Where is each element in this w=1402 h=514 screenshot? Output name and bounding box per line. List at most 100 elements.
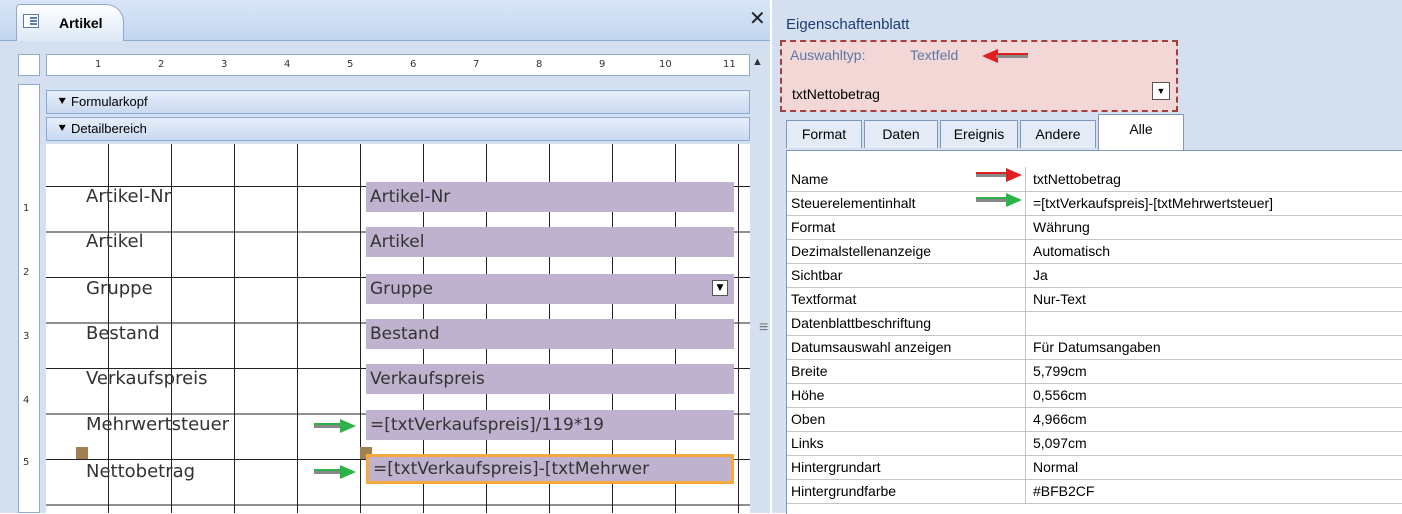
design-canvas[interactable]: Artikel-Nr Artikel-Nr Artikel Artikel Gr… — [46, 144, 750, 513]
property-value[interactable]: txtNettobetrag — [1033, 171, 1121, 187]
property-name: Oben — [791, 411, 826, 427]
combo-gruppe[interactable]: Gruppe ▼ — [366, 274, 734, 304]
ruler-tick: 9 — [599, 59, 606, 70]
close-icon[interactable]: ✕ — [749, 6, 766, 30]
tab-alle[interactable]: Alle — [1098, 114, 1184, 150]
property-value[interactable]: 4,966cm — [1033, 411, 1087, 427]
ruler-tick: 6 — [410, 59, 417, 70]
green-arrow-icon — [976, 193, 1022, 207]
red-arrow-icon — [976, 168, 1022, 182]
property-row-hintergrundart[interactable]: Hintergrundart Normal — [787, 455, 1402, 480]
section-marker-icon: ⯆ — [57, 94, 68, 109]
tab-ereignis[interactable]: Ereignis — [940, 120, 1018, 148]
property-name: Sichtbar — [791, 267, 843, 283]
ruler-tick: 2 — [23, 267, 30, 278]
property-row-dezimalstellenanzeige[interactable]: Dezimalstellenanzeige Automatisch — [787, 239, 1402, 264]
ruler-tick: 7 — [473, 59, 480, 70]
move-handle[interactable] — [76, 447, 88, 459]
property-value[interactable]: Währung — [1033, 219, 1090, 235]
property-value[interactable]: =[txtVerkaufspreis]-[txtMehrwertsteuer] — [1033, 195, 1273, 211]
property-row-steuerelementinhalt[interactable]: Steuerelementinhalt =[txtVerkaufspreis]-[… — [787, 191, 1402, 216]
property-value[interactable]: 5,799cm — [1033, 363, 1087, 379]
property-name: Format — [791, 219, 836, 235]
control-bestand[interactable]: Bestand — [366, 319, 734, 349]
ruler-tick: 10 — [659, 59, 672, 70]
green-arrow-icon — [314, 419, 356, 433]
property-row-format[interactable]: Format Währung — [787, 215, 1402, 240]
label-gruppe[interactable]: Gruppe — [86, 278, 153, 299]
property-name: Breite — [791, 363, 828, 379]
section-formularkopf[interactable]: ⯆ Formularkopf — [46, 90, 750, 114]
property-row-links[interactable]: Links 5,097cm — [787, 431, 1402, 456]
property-value[interactable]: Ja — [1033, 267, 1048, 283]
tab-title: Artikel — [59, 15, 103, 31]
property-name: Dezimalstellenanzeige — [791, 243, 932, 259]
control-artikel[interactable]: Artikel — [366, 227, 734, 257]
ruler-tick: 4 — [284, 59, 291, 70]
tab-andere[interactable]: Andere — [1020, 120, 1096, 148]
property-row-textformat[interactable]: Textformat Nur-Text — [787, 287, 1402, 312]
property-value[interactable]: #BFB2CF — [1033, 483, 1094, 499]
horizontal-ruler: 1 2 3 4 5 6 7 8 9 10 11 — [46, 54, 750, 76]
green-arrow-icon — [314, 465, 356, 479]
property-name: Links — [791, 435, 824, 451]
property-name: Steuerelementinhalt — [791, 195, 916, 211]
ruler-tick: 3 — [221, 59, 228, 70]
property-value[interactable]: Normal — [1033, 459, 1078, 475]
label-artikel[interactable]: Artikel — [86, 231, 144, 252]
tab-daten[interactable]: Daten — [864, 120, 938, 148]
control-verkaufspreis[interactable]: Verkaufspreis — [366, 364, 734, 394]
selection-type-label: Auswahltyp: — [790, 47, 866, 63]
splitter-grip-icon[interactable]: ≡ — [759, 319, 768, 337]
property-row-datenblattbeschriftung[interactable]: Datenblattbeschriftung — [787, 311, 1402, 336]
tab-format[interactable]: Format — [786, 120, 862, 148]
combo-value: Gruppe — [370, 279, 433, 299]
label-verkaufspreis[interactable]: Verkaufspreis — [86, 368, 208, 389]
ruler-tick: 4 — [23, 395, 30, 406]
property-row-sichtbar[interactable]: Sichtbar Ja — [787, 263, 1402, 288]
ruler-tick: 2 — [158, 59, 165, 70]
vertical-ruler: 1 2 3 4 5 — [18, 84, 40, 513]
scroll-up-arrow-icon[interactable]: ▲ — [752, 56, 763, 68]
property-sheet-title: Eigenschaftenblatt — [786, 16, 910, 33]
ruler-tick: 1 — [23, 203, 30, 214]
chevron-down-icon[interactable]: ▼ — [1152, 82, 1170, 100]
object-dropdown-value[interactable]: txtNettobetrag — [792, 86, 880, 102]
ruler-tick: 8 — [536, 59, 543, 70]
form-selector[interactable] — [18, 54, 40, 76]
ruler-tick: 11 — [723, 59, 736, 70]
selection-type-value: Textfeld — [910, 47, 959, 63]
property-row-name[interactable]: Name txtNettobetrag — [787, 167, 1402, 192]
label-bestand[interactable]: Bestand — [86, 323, 160, 344]
control-mehrwertsteuer[interactable]: =[txtVerkaufspreis]/119*19 — [366, 410, 734, 440]
property-name: Hintergrundart — [791, 459, 881, 475]
label-artikel-nr[interactable]: Artikel-Nr — [86, 186, 171, 207]
property-row-oben[interactable]: Oben 4,966cm — [787, 407, 1402, 432]
ruler-tick: 3 — [23, 331, 30, 342]
property-grid: Name txtNettobetrag Steuerelementinhalt =[… — [786, 150, 1402, 514]
property-value[interactable]: Nur-Text — [1033, 291, 1086, 307]
property-row-hintergrundfarbe[interactable]: Hintergrundfarbe #BFB2CF — [787, 479, 1402, 504]
ruler-tick: 5 — [347, 59, 354, 70]
section-label: Detailbereich — [71, 121, 147, 136]
chevron-down-icon[interactable]: ▼ — [712, 280, 728, 296]
section-marker-icon: ⯆ — [57, 121, 68, 136]
property-row-hoehe[interactable]: Höhe 0,556cm — [787, 383, 1402, 408]
property-value[interactable]: 0,556cm — [1033, 387, 1087, 403]
property-name: Name — [791, 171, 829, 187]
property-row-datumsauswahl[interactable]: Datumsauswahl anzeigen Für Datumsangaben — [787, 335, 1402, 360]
section-detailbereich[interactable]: ⯆ Detailbereich — [46, 117, 750, 141]
label-nettobetrag[interactable]: Nettobetrag — [86, 461, 195, 482]
property-name: Textformat — [791, 291, 857, 307]
property-name: Hintergrundfarbe — [791, 483, 897, 499]
control-nettobetrag-selected[interactable]: =[txtVerkaufspreis]-[txtMehrwer — [366, 454, 734, 484]
property-name: Datumsauswahl anzeigen — [791, 339, 952, 355]
control-artikel-nr[interactable]: Artikel-Nr — [366, 182, 734, 212]
red-arrow-icon — [982, 49, 1028, 63]
property-value[interactable]: Für Datumsangaben — [1033, 339, 1161, 355]
tab-artikel[interactable]: Artikel — [16, 4, 124, 41]
property-value[interactable]: 5,097cm — [1033, 435, 1087, 451]
label-mehrwertsteuer[interactable]: Mehrwertsteuer — [86, 414, 229, 435]
property-row-breite[interactable]: Breite 5,799cm — [787, 359, 1402, 384]
property-value[interactable]: Automatisch — [1033, 243, 1110, 259]
